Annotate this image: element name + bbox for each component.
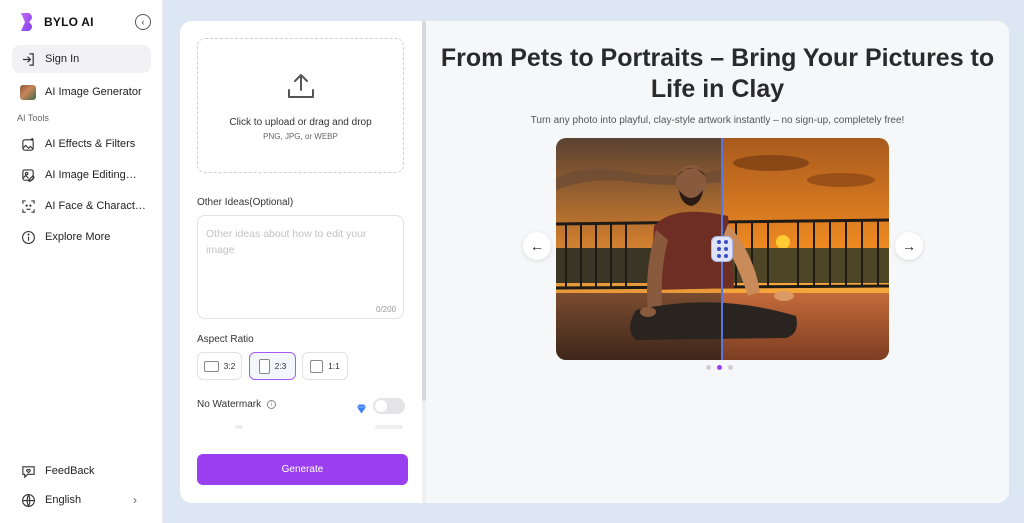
ratio-label: 1:1: [328, 361, 340, 371]
section-label-ai-tools: AI Tools: [17, 113, 49, 123]
next-slide-button[interactable]: →: [895, 232, 923, 260]
slide-dot-1[interactable]: [706, 365, 711, 370]
sign-in-label: Sign In: [45, 53, 80, 65]
hero-subtitle: Turn any photo into playful, clay-style …: [530, 115, 905, 126]
slide-dot-2[interactable]: [717, 365, 722, 370]
ratio-label: 2:3: [274, 361, 287, 371]
watermark-label: No Watermark: [197, 399, 262, 410]
sign-in-button[interactable]: Sign In: [12, 45, 151, 73]
language-label: English: [45, 494, 82, 506]
watermark-row: No Watermark i: [197, 399, 277, 410]
main-card: Click to upload or drag and drop PNG, JP…: [180, 21, 1009, 503]
premium-gem-icon: [356, 401, 367, 414]
sidebar-item-label: AI Face & Charact…: [45, 200, 146, 212]
ratio-label: 3:2: [223, 361, 236, 371]
image-edit-icon: [20, 167, 36, 183]
brand[interactable]: BYLO AI: [19, 12, 94, 32]
collapse-sidebar-button[interactable]: ‹: [135, 14, 151, 30]
ratio-option-1-1[interactable]: 1:1: [302, 352, 348, 380]
language-selector[interactable]: English ›: [12, 486, 151, 514]
chevron-left-icon: ‹: [141, 17, 145, 27]
generate-button[interactable]: Generate: [197, 454, 408, 485]
sidebar-item-ai-image-generator[interactable]: AI Image Generator: [12, 78, 151, 106]
ratio-option-3-2[interactable]: 3:2: [197, 352, 242, 380]
upload-dropzone[interactable]: Click to upload or drag and drop PNG, JP…: [197, 38, 404, 173]
upload-icon: [285, 70, 317, 107]
ideas-label: Other Ideas(Optional): [197, 197, 294, 208]
portrait-shape-icon: [258, 358, 270, 374]
sidebar-item-ai-effects-filters[interactable]: AI Effects & Filters: [12, 130, 151, 158]
sidebar-item-label: AI Image Generator: [45, 86, 142, 98]
watermark-toggle[interactable]: [373, 398, 405, 414]
slide-indicator: [706, 365, 733, 370]
feedback-button[interactable]: FeedBack: [12, 457, 151, 485]
hero-title: From Pets to Portraits – Bring Your Pict…: [440, 44, 995, 103]
cut-off-row: [197, 425, 407, 429]
feedback-label: FeedBack: [45, 465, 95, 477]
face-scan-icon: [20, 198, 36, 214]
info-icon[interactable]: i: [267, 400, 277, 409]
sidebar-item-ai-face-character[interactable]: AI Face & Charact…: [12, 192, 151, 220]
sign-in-icon: [20, 51, 36, 67]
landscape-shape-icon: [203, 360, 219, 372]
sidebar-item-ai-image-editing[interactable]: AI Image Editing…: [12, 161, 151, 189]
sidebar-item-label: AI Effects & Filters: [45, 138, 136, 150]
ratio-option-2-3[interactable]: 2:3: [249, 352, 296, 380]
globe-icon: [20, 492, 36, 508]
bylo-logo-icon: [19, 12, 36, 32]
upload-formats: PNG, JPG, or WEBP: [263, 132, 338, 141]
square-shape-icon: [310, 359, 324, 373]
info-circle-icon: [20, 229, 36, 245]
aspect-ratio-label: Aspect Ratio: [197, 334, 254, 345]
chat-heart-icon: [20, 463, 36, 479]
arrow-right-icon: →: [902, 238, 916, 254]
previous-slide-button[interactable]: ←: [523, 232, 551, 260]
sidebar-item-explore-more[interactable]: Explore More: [12, 223, 151, 251]
sidebar-item-label: AI Image Editing…: [45, 169, 137, 181]
sidebar: BYLO AI ‹ Sign In AI Image Generator AI …: [0, 0, 163, 523]
arrow-left-icon: ←: [530, 238, 544, 254]
comparison-drag-handle[interactable]: [711, 236, 733, 262]
character-counter: 0/200: [376, 305, 397, 314]
slide-dot-3[interactable]: [728, 365, 733, 370]
form-panel: Click to upload or drag and drop PNG, JP…: [180, 21, 424, 503]
upload-instructions: Click to upload or drag and drop: [229, 117, 372, 128]
brand-name: BYLO AI: [44, 15, 94, 29]
sidebar-item-label: Explore More: [45, 231, 111, 243]
chevron-right-icon: ›: [133, 493, 137, 507]
magic-image-icon: [20, 136, 36, 152]
image-generator-thumbnail: [20, 84, 36, 100]
showcase-panel: From Pets to Portraits – Bring Your Pict…: [426, 21, 1009, 503]
ideas-textarea[interactable]: [197, 215, 404, 319]
